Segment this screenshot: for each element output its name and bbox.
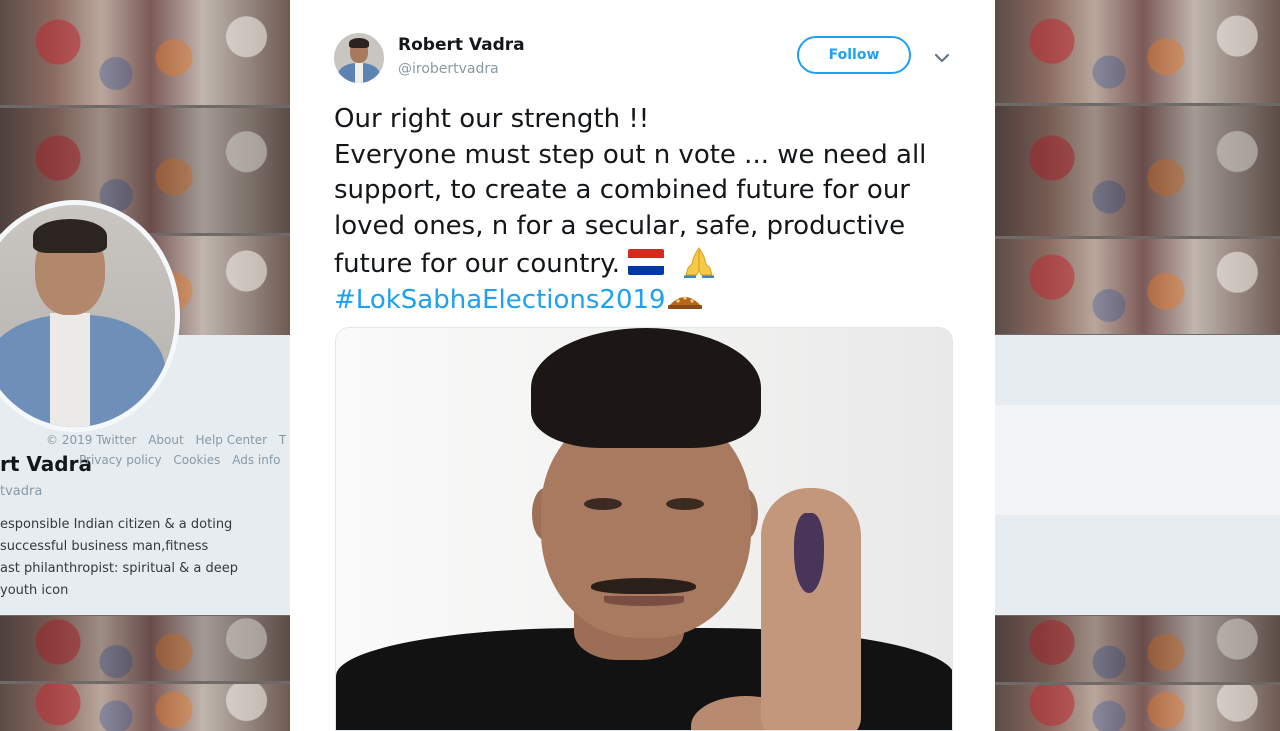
hashtag-line: #LokSabhaElections2019 <box>334 283 964 319</box>
display-name[interactable]: Robert Vadra <box>398 35 525 55</box>
tweet-text-line: loved ones, n for a secular, safe, produ… <box>334 210 906 241</box>
background-photo <box>0 684 290 731</box>
background-photo <box>995 616 1280 682</box>
footer-link[interactable]: T <box>279 433 286 447</box>
folded-hands-icon <box>680 244 718 279</box>
hashtag-link[interactable]: #LokSabhaElections2019 <box>334 285 666 315</box>
bio-line: youth icon <box>0 583 69 598</box>
profile-handle[interactable]: tvadra <box>0 484 42 499</box>
follow-button[interactable]: Follow <box>797 36 911 74</box>
background-collage-left: rt Vadra tvadra esponsible Indian citize… <box>0 0 290 731</box>
avatar[interactable] <box>334 33 384 83</box>
background-photo <box>995 239 1280 334</box>
bio-line: ast philanthropist: spiritual & a deep <box>0 561 238 576</box>
tweet-photo[interactable] <box>335 327 953 731</box>
background-photo <box>995 106 1280 236</box>
user-handle[interactable]: @irobertvadra <box>398 61 499 77</box>
bio-line: successful business man,fitness <box>0 539 209 554</box>
profile-avatar[interactable] <box>0 200 180 432</box>
footer-link[interactable]: Privacy policy <box>79 453 162 467</box>
background-photo <box>995 0 1280 103</box>
tweet-text-line: Our right our strength !! <box>334 104 650 134</box>
tweet-text-line: future for our country. <box>334 249 621 279</box>
footer-link[interactable]: Cookies <box>173 453 220 467</box>
flag-icon <box>628 249 665 275</box>
tweet-text-line: support, to create a combined future for… <box>334 175 910 205</box>
footer-link[interactable]: © 2019 Twitter <box>46 433 136 447</box>
background-photo <box>995 685 1280 731</box>
footer-links: © 2019 Twitter About Help Center T Priva… <box>46 430 294 470</box>
footer-link[interactable]: Help Center <box>196 433 268 447</box>
footer-link[interactable]: Ads info <box>232 453 280 467</box>
tweet-card: Robert Vadra @irobertvadra Follow Our ri… <box>290 0 995 731</box>
chevron-down-icon[interactable] <box>928 46 956 70</box>
footer-link[interactable]: About <box>148 433 183 447</box>
tweet-text-line: Everyone must step out n vote ... we nee… <box>334 139 927 170</box>
background-photo <box>0 616 290 681</box>
tweet-text: Our right our strength !! Everyone must … <box>334 102 964 318</box>
sidebar-panel <box>995 335 1280 615</box>
tweet-text-line-with-emoji: future for our country. <box>334 244 964 283</box>
bio-line: esponsible Indian citizen & a doting <box>0 517 233 532</box>
profile-bio: esponsible Indian citizen & a doting suc… <box>0 514 270 602</box>
background-photo <box>0 0 290 105</box>
ballot-icon <box>666 285 704 309</box>
